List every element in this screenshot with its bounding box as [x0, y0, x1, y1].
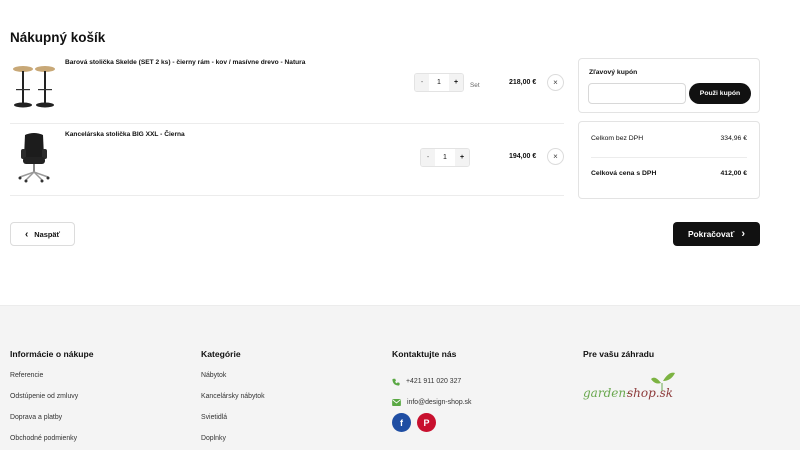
- footer-link[interactable]: Kancelársky nábytok: [201, 392, 265, 413]
- item-price: 218,00 €: [509, 79, 537, 86]
- coupon-label: Zľavový kupón: [589, 69, 638, 76]
- footer-col-garden: Pre vašu záhradu: [583, 349, 654, 371]
- footer-link[interactable]: Doplnky: [201, 434, 265, 450]
- close-icon: ×: [553, 152, 558, 161]
- quantity-value[interactable]: 1: [435, 149, 455, 166]
- close-icon: ×: [553, 78, 558, 87]
- total-value: 412,00 €: [720, 170, 747, 177]
- phone-link[interactable]: +421 911 020 327: [392, 371, 471, 392]
- footer-col-categories: Kategórie Nábytok Kancelársky nábytok Sv…: [201, 349, 265, 450]
- svg-text:garden-: garden-: [583, 386, 630, 400]
- cart-item: Kancelárska stolička BIG XXL - Čierna - …: [10, 124, 564, 196]
- footer-link[interactable]: Obchodné podmienky: [10, 434, 94, 450]
- subtotal-label: Celkom bez DPH: [591, 135, 644, 142]
- continue-label: Pokračovať: [687, 229, 735, 239]
- footer-heading: Informácie o nákupe: [10, 349, 94, 359]
- remove-item-button[interactable]: ×: [547, 148, 564, 165]
- totals-panel: Celkom bez DPH 334,96 € Celková cena s D…: [578, 121, 760, 199]
- footer-col-contact: Kontaktujte nás +421 911 020 327 info@de…: [392, 349, 471, 432]
- garden-shop-logo[interactable]: garden- shop.sk: [583, 369, 678, 407]
- cart-item: Barová stolička Skelde (SET 2 ks) - čier…: [10, 52, 564, 124]
- footer-heading: Pre vašu záhradu: [583, 349, 655, 359]
- quantity-stepper: - 1 +: [414, 73, 464, 92]
- subtotal-row: Celkom bez DPH 334,96 €: [591, 135, 747, 142]
- chevron-left-icon: ‹: [24, 228, 29, 240]
- pinterest-icon[interactable]: P: [417, 413, 436, 432]
- cart-page: Nákupný košík Barová stolička Skelde (SE…: [0, 0, 800, 450]
- total-row: Celková cena s DPH 412,00 €: [591, 170, 747, 177]
- footer-heading: Kategórie: [201, 349, 241, 359]
- coupon-input[interactable]: [588, 83, 686, 104]
- divider: [591, 157, 747, 158]
- quantity-stepper: - 1 +: [420, 148, 470, 167]
- coupon-panel: Zľavový kupón Použi kupón: [578, 58, 760, 113]
- footer-link[interactable]: Nábytok: [201, 371, 265, 392]
- increase-button[interactable]: +: [455, 149, 469, 166]
- phone-number: +421 911 020 327: [406, 378, 462, 385]
- continue-button[interactable]: Pokračovať ›: [673, 222, 760, 246]
- quantity-value[interactable]: 1: [429, 74, 449, 91]
- svg-text:shop.sk: shop.sk: [627, 386, 673, 400]
- total-label: Celková cena s DPH: [591, 170, 657, 177]
- footer-col-info: Informácie o nákupe Referencie Odstúpeni…: [10, 349, 94, 450]
- footer-link[interactable]: Referencie: [10, 371, 94, 392]
- item-name[interactable]: Barová stolička Skelde (SET 2 ks) - čier…: [65, 59, 305, 66]
- social-links: f P: [392, 413, 471, 432]
- unit-label: Set: [470, 82, 480, 89]
- chevron-right-icon: ›: [741, 228, 746, 240]
- email-link[interactable]: info@design-shop.sk: [392, 392, 471, 413]
- item-name[interactable]: Kancelárska stolička BIG XXL - Čierna: [65, 131, 185, 138]
- mail-icon: [392, 399, 401, 406]
- footer: Informácie o nákupe Referencie Odstúpeni…: [0, 305, 800, 450]
- office-chair-image[interactable]: [10, 131, 58, 183]
- footer-link[interactable]: Svietidlá: [201, 413, 265, 434]
- footer-heading: Kontaktujte nás: [392, 349, 457, 359]
- footer-link[interactable]: Doprava a platby: [10, 413, 94, 434]
- email-address: info@design-shop.sk: [407, 399, 472, 406]
- footer-link[interactable]: Odstúpenie od zmluvy: [10, 392, 94, 413]
- item-price: 194,00 €: [509, 153, 537, 160]
- remove-item-button[interactable]: ×: [547, 74, 564, 91]
- back-label: Naspäť: [34, 229, 61, 239]
- increase-button[interactable]: +: [449, 74, 463, 91]
- decrease-button[interactable]: -: [421, 149, 435, 166]
- back-button[interactable]: ‹ Naspäť: [10, 222, 75, 246]
- phone-icon: [392, 378, 400, 386]
- subtotal-value: 334,96 €: [720, 135, 747, 142]
- page-title: Nákupný košík: [10, 30, 106, 45]
- facebook-icon[interactable]: f: [392, 413, 411, 432]
- bar-stool-image[interactable]: [10, 59, 58, 111]
- apply-coupon-button[interactable]: Použi kupón: [689, 83, 751, 104]
- decrease-button[interactable]: -: [415, 74, 429, 91]
